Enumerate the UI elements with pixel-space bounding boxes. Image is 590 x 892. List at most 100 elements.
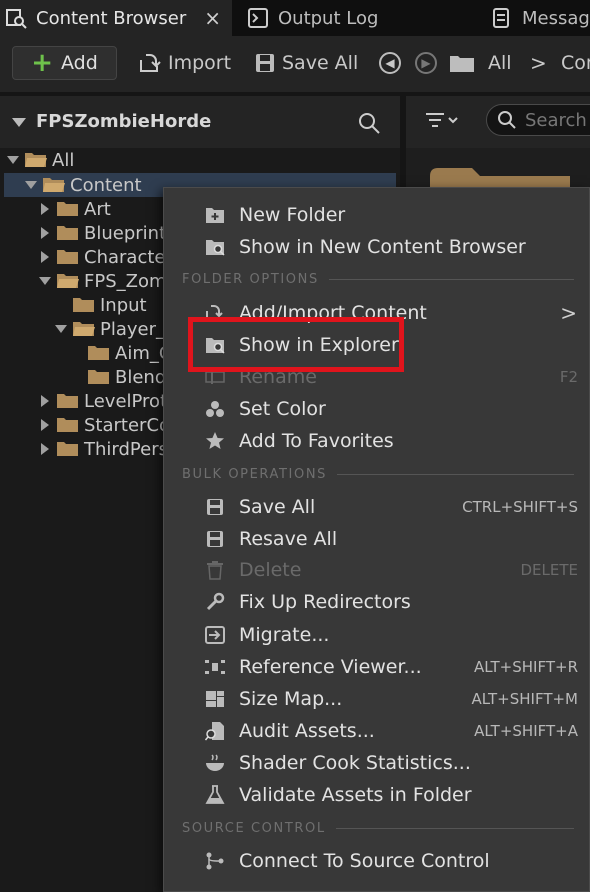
tree-item-blend[interactable]: Blend — [87, 365, 166, 389]
expand-icon[interactable] — [38, 203, 52, 215]
add-button[interactable]: + Add — [12, 46, 117, 80]
collapse-icon[interactable] — [12, 118, 26, 127]
folder-icon — [57, 418, 78, 432]
folder-icon — [57, 226, 78, 240]
filter-icon[interactable] — [424, 110, 460, 132]
reference-icon — [204, 656, 226, 678]
arrow-right-icon: ▶ — [415, 52, 437, 74]
tree-item-startercontent[interactable]: StarterCo — [38, 413, 170, 437]
menu-item-connect-source-control[interactable]: Connect To Source Control — [164, 846, 590, 876]
menu-item-shortcut: ALT+SHIFT+R — [473, 658, 578, 676]
tree-item-aim[interactable]: Aim_C — [87, 341, 171, 365]
asset-view-header: Search — [406, 96, 590, 148]
chevron-right-icon: > — [560, 301, 577, 325]
tree-item-label: Blend — [115, 366, 167, 388]
menu-item-reference-viewer[interactable]: Reference Viewer... ALT+SHIFT+R — [164, 652, 590, 682]
menu-item-validate-assets[interactable]: Validate Assets in Folder — [164, 780, 590, 810]
bowl-icon — [204, 752, 226, 774]
arrow-left-icon: ◀ — [379, 52, 401, 74]
toolbar: + Add Import Save All ◀ ▶ All > Con — [0, 36, 590, 92]
add-label: Add — [61, 52, 98, 74]
tree-item-label: All — [52, 149, 75, 171]
tree-item-label: StarterCo — [84, 414, 171, 436]
highlight-box — [188, 317, 404, 372]
migrate-icon — [204, 624, 226, 646]
menu-item-set-color[interactable]: Set Color — [164, 394, 590, 424]
menu-item-migrate[interactable]: Migrate... — [164, 620, 590, 650]
menu-item-new-folder[interactable]: New Folder — [164, 200, 590, 230]
tree-item-label: Art — [84, 198, 111, 220]
tab-label: Content Browser — [36, 7, 187, 29]
content-browser-icon — [4, 6, 28, 30]
menu-item-show-in-new-content-browser[interactable]: Show in New Content Browser — [164, 232, 590, 262]
tab-label: Messag — [522, 7, 590, 29]
tree-item-label: LevelProt — [84, 390, 168, 412]
section-source-control: SOURCE CONTROL — [182, 820, 574, 836]
expand-icon[interactable] — [38, 227, 52, 239]
menu-item-label: Delete — [239, 559, 302, 581]
tree-item-thirdperson[interactable]: ThirdPers — [38, 437, 168, 461]
import-button[interactable]: Import — [138, 46, 231, 80]
tree-item-label: Blueprint — [84, 222, 167, 244]
terminal-icon — [246, 6, 270, 30]
menu-item-save-all[interactable]: Save All CTRL+SHIFT+S — [164, 492, 590, 522]
menu-item-label: Migrate... — [239, 624, 330, 646]
menu-item-audit-assets[interactable]: Audit Assets... ALT+SHIFT+A — [164, 716, 590, 746]
tree-item-blueprints[interactable]: Blueprint — [38, 221, 166, 245]
expand-icon[interactable] — [24, 181, 38, 189]
path-segment-content[interactable]: Con — [561, 46, 590, 80]
tree-item-label: Characte — [84, 246, 166, 268]
tree-item-label: Content — [70, 174, 142, 196]
menu-item-fix-up-redirectors[interactable]: Fix Up Redirectors — [164, 587, 590, 617]
wrench-icon — [204, 591, 226, 613]
section-title: SOURCE CONTROL — [182, 820, 326, 836]
menu-item-delete[interactable]: Delete DELETE — [164, 555, 590, 585]
forward-button[interactable]: ▶ — [415, 46, 437, 80]
tree-item-all[interactable]: All — [6, 148, 74, 172]
menu-item-resave-all[interactable]: Resave All — [164, 524, 590, 554]
tree-item-player[interactable]: Player_ — [54, 317, 165, 341]
close-icon[interactable]: × — [204, 6, 221, 30]
save-icon — [204, 528, 226, 550]
expand-icon[interactable] — [6, 156, 20, 164]
tree-item-characters[interactable]: Characte — [38, 245, 165, 269]
tab-content-browser[interactable]: Content Browser × — [0, 0, 232, 36]
menu-item-shader-cook-statistics[interactable]: Shader Cook Statistics... — [164, 748, 590, 778]
menu-item-size-map[interactable]: Size Map... ALT+SHIFT+M — [164, 684, 590, 714]
message-icon — [490, 6, 514, 30]
expand-icon[interactable] — [38, 443, 52, 455]
path-segment-all[interactable]: All — [488, 46, 512, 80]
expand-icon[interactable] — [38, 277, 52, 285]
tab-label: Output Log — [278, 7, 379, 29]
menu-item-add-to-favorites[interactable]: Add To Favorites — [164, 426, 590, 456]
tree-item-art[interactable]: Art — [38, 197, 111, 221]
import-label: Import — [168, 52, 232, 74]
tab-message-log[interactable]: Messag — [490, 0, 590, 36]
tree-item-input[interactable]: Input — [72, 293, 147, 317]
folder-icon — [57, 250, 78, 264]
color-icon — [204, 398, 226, 420]
menu-item-label: Set Color — [239, 398, 326, 420]
folder-open-icon — [57, 274, 79, 288]
back-button[interactable]: ◀ — [379, 46, 401, 80]
tree-item-fps-zombie[interactable]: FPS_Zom — [38, 269, 167, 293]
expand-icon[interactable] — [38, 419, 52, 431]
tree-item-levelprototyping[interactable]: LevelProt — [38, 389, 167, 413]
search-icon[interactable] — [357, 111, 381, 139]
expand-icon[interactable] — [38, 395, 52, 407]
expand-icon[interactable] — [38, 251, 52, 263]
content-search-input[interactable]: Search — [486, 104, 590, 136]
import-icon — [138, 52, 162, 74]
menu-item-label: Reference Viewer... — [239, 656, 422, 678]
save-all-label: Save All — [282, 52, 359, 74]
expand-icon[interactable] — [54, 325, 68, 333]
tab-output-log[interactable]: Output Log — [246, 0, 456, 36]
section-title: FOLDER OPTIONS — [182, 271, 319, 287]
menu-item-label: Audit Assets... — [239, 720, 375, 742]
folder-open-icon — [43, 178, 65, 192]
menu-item-label: Validate Assets in Folder — [239, 784, 472, 806]
star-icon — [204, 430, 226, 452]
save-all-button[interactable]: Save All — [254, 46, 358, 80]
search-icon — [497, 110, 517, 130]
menu-item-label: Connect To Source Control — [239, 850, 490, 872]
